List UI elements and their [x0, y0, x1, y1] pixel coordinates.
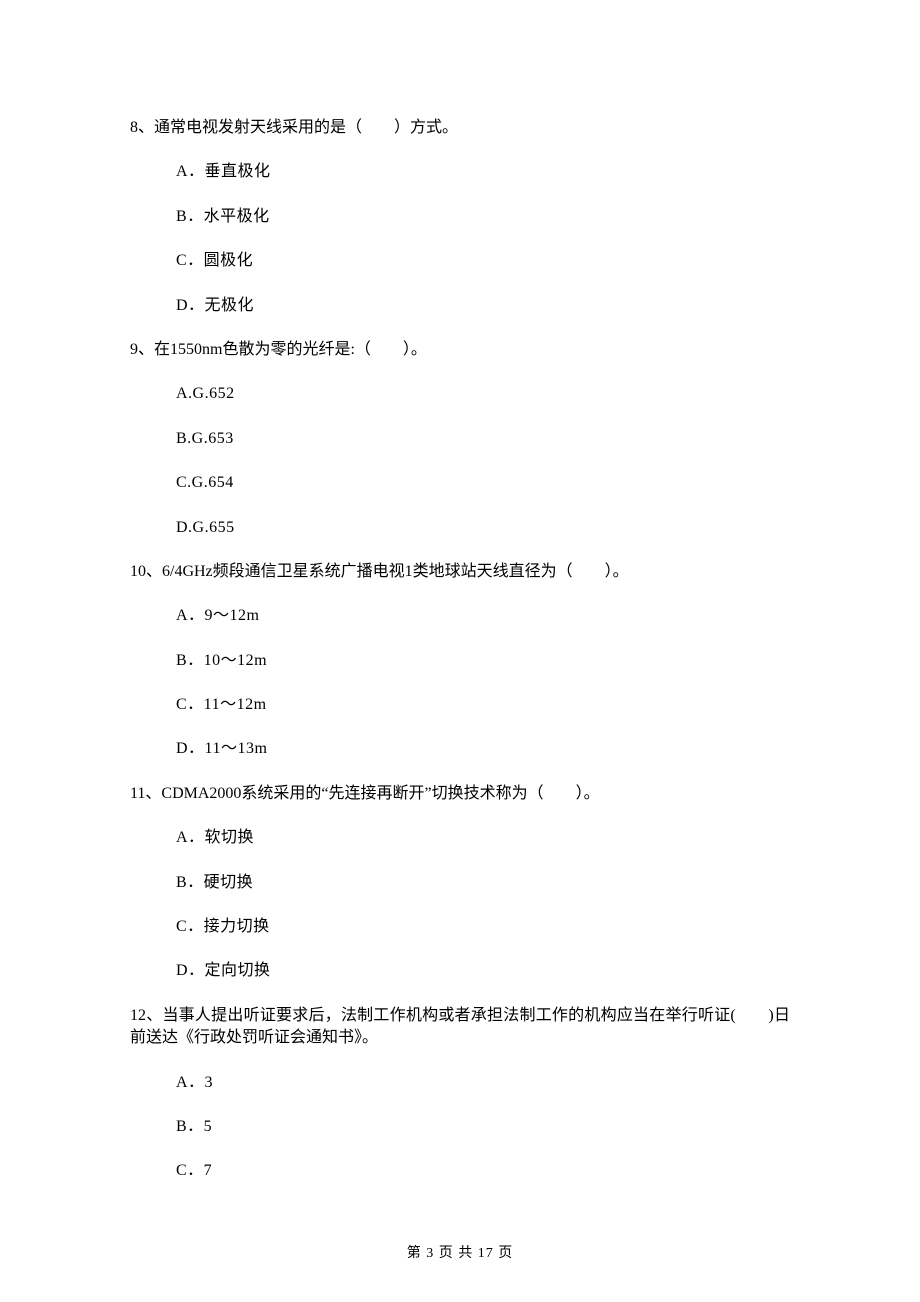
- options: A.G.652 B.G.653 C.G.654 D.G.655: [130, 383, 790, 539]
- options: A．9～12m B．10～12m C．11～12m D．11～13m: [130, 605, 790, 761]
- question-9: 9、在1550nm色散为零的光纤是:（ ）。 A.G.652 B.G.653 C…: [130, 339, 790, 539]
- question-8: 8、通常电视发射天线采用的是（ ）方式。 A．垂直极化 B．水平极化 C．圆极化…: [130, 117, 790, 317]
- page: 8、通常电视发射天线采用的是（ ）方式。 A．垂直极化 B．水平极化 C．圆极化…: [0, 0, 920, 1302]
- question-12: 12、当事人提出听证要求后，法制工作机构或者承担法制工作的机构应当在举行听证( …: [130, 1005, 790, 1183]
- option-b: B．水平极化: [176, 206, 790, 228]
- option-c: C.G.654: [176, 472, 790, 494]
- option-a: A.G.652: [176, 383, 790, 405]
- options: A．3 B．5 C．7: [130, 1072, 790, 1183]
- question-11: 11、CDMA2000系统采用的“先连接再断开”切换技术称为（ ）。 A．软切换…: [130, 783, 790, 983]
- option-b: B.G.653: [176, 428, 790, 450]
- options: A．软切换 B．硬切换 C．接力切换 D．定向切换: [130, 827, 790, 983]
- option-a: A．软切换: [176, 827, 790, 849]
- option-c: C．11～12m: [176, 694, 790, 716]
- question-stem: 12、当事人提出听证要求后，法制工作机构或者承担法制工作的机构应当在举行听证( …: [130, 1005, 790, 1050]
- question-stem: 8、通常电视发射天线采用的是（ ）方式。: [130, 117, 790, 139]
- option-c: C．圆极化: [176, 250, 790, 272]
- question-stem: 9、在1550nm色散为零的光纤是:（ ）。: [130, 339, 790, 361]
- options: A．垂直极化 B．水平极化 C．圆极化 D．无极化: [130, 161, 790, 317]
- option-b: B．10～12m: [176, 650, 790, 672]
- option-d: D．11～13m: [176, 738, 790, 760]
- question-stem: 10、6/4GHz频段通信卫星系统广播电视1类地球站天线直径为（ ）。: [130, 561, 790, 583]
- option-a: A．3: [176, 1072, 790, 1094]
- option-d: D．无极化: [176, 295, 790, 317]
- option-c: C．7: [176, 1160, 790, 1182]
- option-a: A．垂直极化: [176, 161, 790, 183]
- option-a: A．9～12m: [176, 605, 790, 627]
- option-d: D．定向切换: [176, 960, 790, 982]
- option-b: B．硬切换: [176, 872, 790, 894]
- option-d: D.G.655: [176, 517, 790, 539]
- option-c: C．接力切换: [176, 916, 790, 938]
- question-stem: 11、CDMA2000系统采用的“先连接再断开”切换技术称为（ ）。: [130, 783, 790, 805]
- page-footer: 第 3 页 共 17 页: [0, 1244, 920, 1264]
- question-10: 10、6/4GHz频段通信卫星系统广播电视1类地球站天线直径为（ ）。 A．9～…: [130, 561, 790, 761]
- option-b: B．5: [176, 1116, 790, 1138]
